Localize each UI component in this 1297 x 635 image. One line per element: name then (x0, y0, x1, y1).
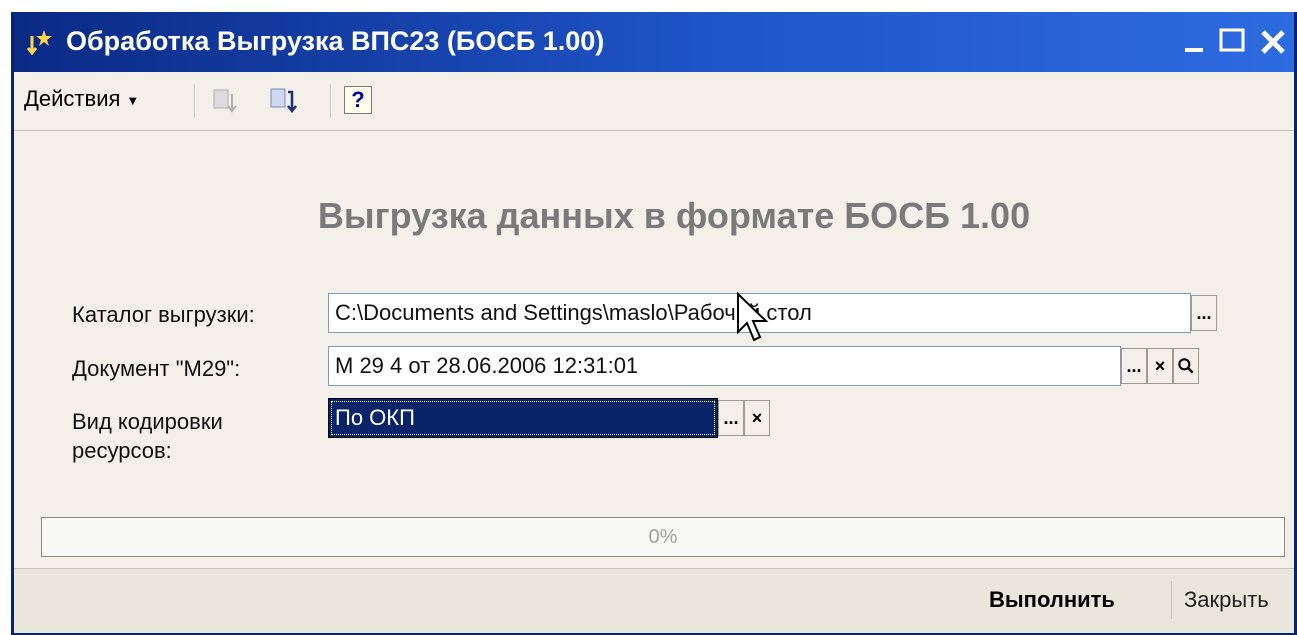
magnifier-icon (1178, 358, 1194, 374)
help-button[interactable]: ? (344, 86, 372, 114)
run-button[interactable]: Выполнить (989, 587, 1115, 613)
close-icon (1261, 30, 1285, 54)
dialog-window: Обработка Выгрузка ВПС23 (БОСБ 1.00) Дей… (11, 12, 1297, 635)
close-button[interactable]: Закрыть (1184, 587, 1269, 613)
maximize-button[interactable] (1214, 22, 1252, 60)
progress-bar: 0% (41, 517, 1285, 557)
document-clear-button[interactable]: × (1147, 348, 1173, 384)
document-open-button[interactable] (1173, 348, 1199, 384)
document-label: Документ "М29": (72, 356, 241, 381)
window-title: Обработка Выгрузка ВПС23 (БОСБ 1.00) (66, 26, 605, 56)
toolbar: Действия ▼ ? (14, 72, 1294, 131)
toolbar-separator (330, 84, 332, 118)
encoding-label-line2: ресурсов: (72, 438, 172, 463)
minimize-icon (1185, 48, 1203, 52)
catalog-browse-button[interactable]: ... (1191, 295, 1217, 331)
encoding-label-line1: Вид кодировки (72, 409, 223, 434)
document-input[interactable]: М 29 4 от 28.06.2006 12:31:01 (328, 346, 1121, 386)
title-bar[interactable]: Обработка Выгрузка ВПС23 (БОСБ 1.00) (14, 12, 1294, 72)
encoding-clear-button[interactable]: × (744, 400, 770, 436)
chevron-down-icon: ▼ (126, 92, 140, 108)
button-bar: Выполнить Закрыть (14, 568, 1294, 633)
page-title: Выгрузка данных в формате БОСБ 1.00 (317, 195, 1031, 236)
maximize-icon (1219, 28, 1245, 52)
copy-up-icon[interactable] (208, 84, 242, 118)
progress-text: 0% (648, 526, 678, 548)
button-separator (1171, 581, 1172, 619)
minimize-button[interactable] (1177, 22, 1215, 60)
document-select-button[interactable]: ... (1121, 348, 1147, 384)
actions-menu[interactable]: Действия ▼ (24, 86, 139, 112)
actions-menu-label: Действия (24, 86, 121, 111)
close-window-button[interactable] (1254, 22, 1286, 60)
toolbar-separator (194, 84, 196, 118)
encoding-select[interactable]: По ОКП (328, 398, 718, 438)
catalog-label: Каталог выгрузки: (72, 302, 255, 327)
processing-icon (26, 30, 52, 56)
mouse-cursor-icon (737, 292, 769, 342)
encoding-select-button[interactable]: ... (718, 400, 744, 436)
copy-down-icon[interactable] (266, 84, 300, 118)
